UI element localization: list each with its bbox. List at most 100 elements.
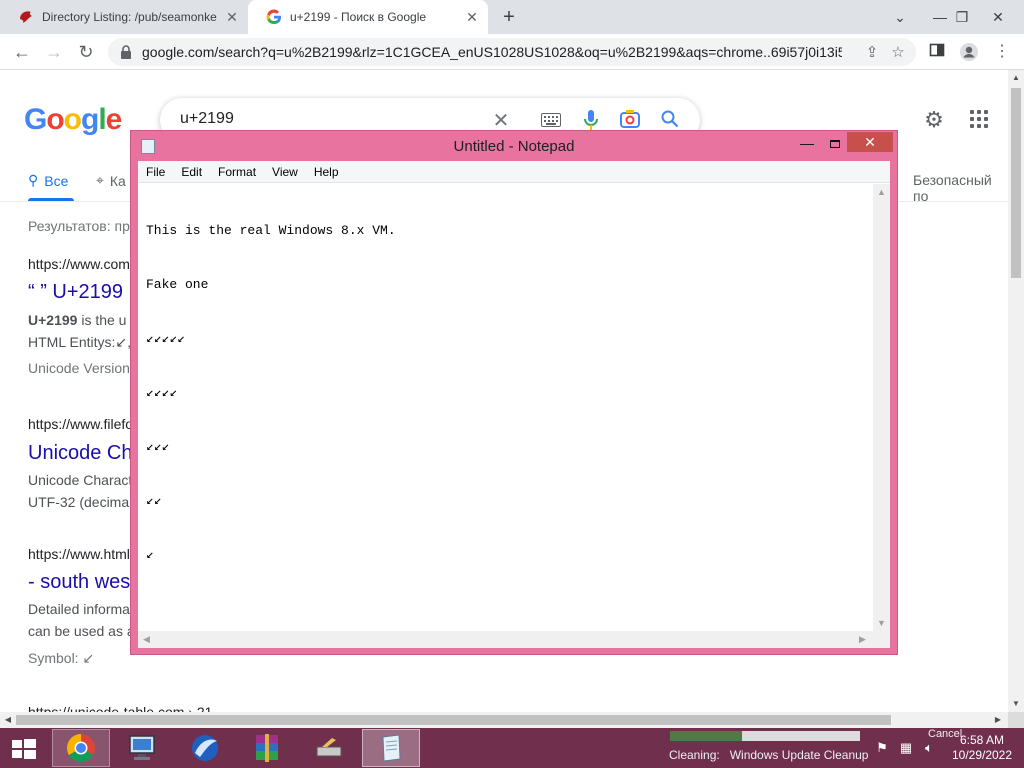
scroll-down-arrow-icon[interactable]: ▼ (1011, 699, 1021, 709)
chrome-icon (67, 734, 95, 762)
taskbar-winrar[interactable] (238, 729, 296, 767)
lens-camera-icon[interactable] (619, 110, 641, 132)
network-icon[interactable]: ▦ (898, 740, 914, 756)
settings-gear-icon[interactable]: ⚙ (922, 108, 946, 132)
tab-title: u+2199 - Поиск в Google (290, 10, 427, 24)
close-tab-icon[interactable]: ✕ (224, 9, 240, 25)
scroll-down-arrow-icon[interactable]: ▼ (873, 615, 890, 632)
tab-all[interactable]: ⚲ Все (28, 172, 68, 189)
screen: Directory Listing: /pub/seamonke ✕ u+219… (0, 0, 1024, 768)
browser-toolbar: ← → ↻ google.com/search?q=u%2B2199&rlz=1… (0, 34, 1024, 70)
result-url[interactable]: https://www.com (28, 256, 130, 272)
taskbar-chrome[interactable] (52, 729, 110, 767)
disk-cleanup-progress: Cleaning: Windows Update Cleanup (665, 728, 868, 768)
result-snippet-line2: can be used as a (28, 623, 135, 639)
start-button[interactable] (8, 736, 38, 760)
chrome-menu-icon[interactable]: ⋮ (992, 42, 1012, 62)
scroll-right-arrow-icon[interactable]: ▶ (854, 631, 871, 648)
result-title[interactable]: “ ” U+2199 (28, 281, 123, 304)
notepad-vertical-scrollbar[interactable]: ▲ ▼ (873, 184, 890, 632)
browser-tab-google-search[interactable]: u+2199 - Поиск в Google ✕ (248, 0, 488, 34)
cleanup-status: Cleaning: Windows Update Cleanup (669, 748, 868, 762)
scroll-up-arrow-icon[interactable]: ▲ (873, 184, 890, 201)
map-pin-icon: ⌖ (96, 172, 104, 188)
tab-maps[interactable]: ⌖ Ка (96, 172, 126, 189)
action-center-flag-icon[interactable]: ⚑ (874, 740, 890, 756)
vertical-scroll-thumb[interactable] (1011, 88, 1021, 278)
seamonkey-icon (192, 735, 218, 761)
cleanup-progress-fill (670, 731, 743, 741)
profile-avatar-icon[interactable] (959, 42, 979, 62)
new-tab-button[interactable]: + (498, 7, 520, 29)
winrar-icon (256, 734, 278, 762)
menu-format[interactable]: Format (210, 165, 264, 179)
reload-icon[interactable]: ↻ (74, 40, 98, 64)
search-icon: ⚲ (28, 172, 39, 188)
text-line: ↙↙ (146, 493, 162, 508)
google-icon (266, 9, 282, 25)
restore-window-button[interactable]: ❐ (944, 0, 980, 34)
taskbar-computer[interactable] (114, 729, 172, 767)
result-title[interactable]: Unicode Ch (28, 442, 133, 465)
disk-cleanup-icon (316, 738, 342, 757)
snippet-text: is the u (77, 312, 127, 328)
keyboard-icon[interactable] (540, 110, 562, 132)
tab-search-chevron-icon[interactable]: ⌄ (882, 0, 918, 34)
notepad-text-area[interactable]: This is the real Windows 8.x VM. Fake on… (146, 186, 866, 626)
text-line: ↙↙↙ (146, 439, 170, 454)
system-clock[interactable]: 6:58 AM 10/29/2022 (944, 733, 1020, 763)
notepad-minimize-button[interactable]: — (794, 135, 820, 155)
volume-icon[interactable]: 🔈︎ (921, 740, 937, 756)
taskbar-disk-cleanup[interactable] (300, 729, 358, 767)
text-line: ↙↙↙↙↙ (146, 331, 186, 346)
result-meta: Symbol: ↙ (28, 650, 95, 666)
result-snippet: Detailed informa (28, 601, 130, 617)
address-bar[interactable]: google.com/search?q=u%2B2199&rlz=1C1GCEA… (108, 38, 916, 66)
page-horizontal-scrollbar[interactable]: ◀ ▶ (0, 712, 1008, 728)
cleanup-label: Cleaning: (669, 748, 720, 762)
google-apps-grid-icon[interactable] (970, 110, 990, 130)
google-logo[interactable]: Google (24, 103, 122, 137)
bookmark-star-icon[interactable]: ☆ (889, 44, 907, 62)
menu-view[interactable]: View (264, 165, 306, 179)
taskbar-seamonkey[interactable] (176, 729, 234, 767)
scroll-left-arrow-icon[interactable]: ◀ (138, 631, 155, 648)
result-url[interactable]: https://www.html (28, 546, 130, 562)
notepad-horizontal-scrollbar[interactable]: ◀ ▶ (138, 631, 873, 648)
result-snippet-line2: HTML Entitys:↙, (28, 334, 132, 350)
tab-label: Все (44, 172, 69, 189)
result-url[interactable]: https://www.filefo (28, 416, 133, 432)
notepad-icon (382, 734, 401, 762)
voice-search-microphone-icon[interactable] (580, 110, 602, 132)
result-url[interactable]: https://unicode-table.com › 21... (28, 704, 224, 712)
notepad-close-button[interactable]: ✕ (847, 132, 893, 152)
notepad-titlebar[interactable]: Untitled - Notepad — ✕ (131, 131, 897, 161)
close-window-button[interactable]: ✕ (980, 0, 1016, 34)
search-input[interactable]: u+2199 (180, 110, 234, 128)
notepad-client-area: File Edit Format View Help This is the r… (138, 161, 890, 648)
menu-file[interactable]: File (138, 165, 173, 179)
browser-tab-directory-listing[interactable]: Directory Listing: /pub/seamonke ✕ (0, 0, 248, 34)
horizontal-scroll-thumb[interactable] (16, 715, 891, 725)
scroll-right-arrow-icon[interactable]: ▶ (993, 715, 1003, 725)
notepad-maximize-button[interactable] (822, 135, 848, 155)
back-arrow-icon[interactable]: ← (10, 40, 34, 64)
result-title[interactable]: - south wes (28, 571, 130, 594)
search-icon[interactable] (659, 110, 681, 132)
clear-search-icon[interactable]: ✕ (490, 110, 512, 132)
safe-search-label: Безопасный по (913, 172, 992, 204)
notepad-window[interactable]: Untitled - Notepad — ✕ File Edit Format … (130, 130, 898, 655)
close-tab-icon[interactable]: ✕ (464, 9, 480, 25)
share-icon[interactable]: ⇪ (863, 44, 881, 62)
result-meta: Unicode Version (28, 360, 130, 376)
resize-grip[interactable] (873, 631, 890, 648)
taskbar-notepad[interactable] (362, 729, 420, 767)
menu-edit[interactable]: Edit (173, 165, 210, 179)
page-vertical-scrollbar[interactable]: ▲ ▼ (1008, 70, 1024, 712)
scroll-left-arrow-icon[interactable]: ◀ (3, 715, 13, 725)
safe-search-toggle[interactable]: Безопасный по (913, 172, 1008, 204)
scroll-up-arrow-icon[interactable]: ▲ (1011, 73, 1021, 83)
side-panel-icon[interactable] (927, 42, 947, 62)
menu-help[interactable]: Help (306, 165, 347, 179)
forward-arrow-icon[interactable]: → (42, 40, 66, 64)
